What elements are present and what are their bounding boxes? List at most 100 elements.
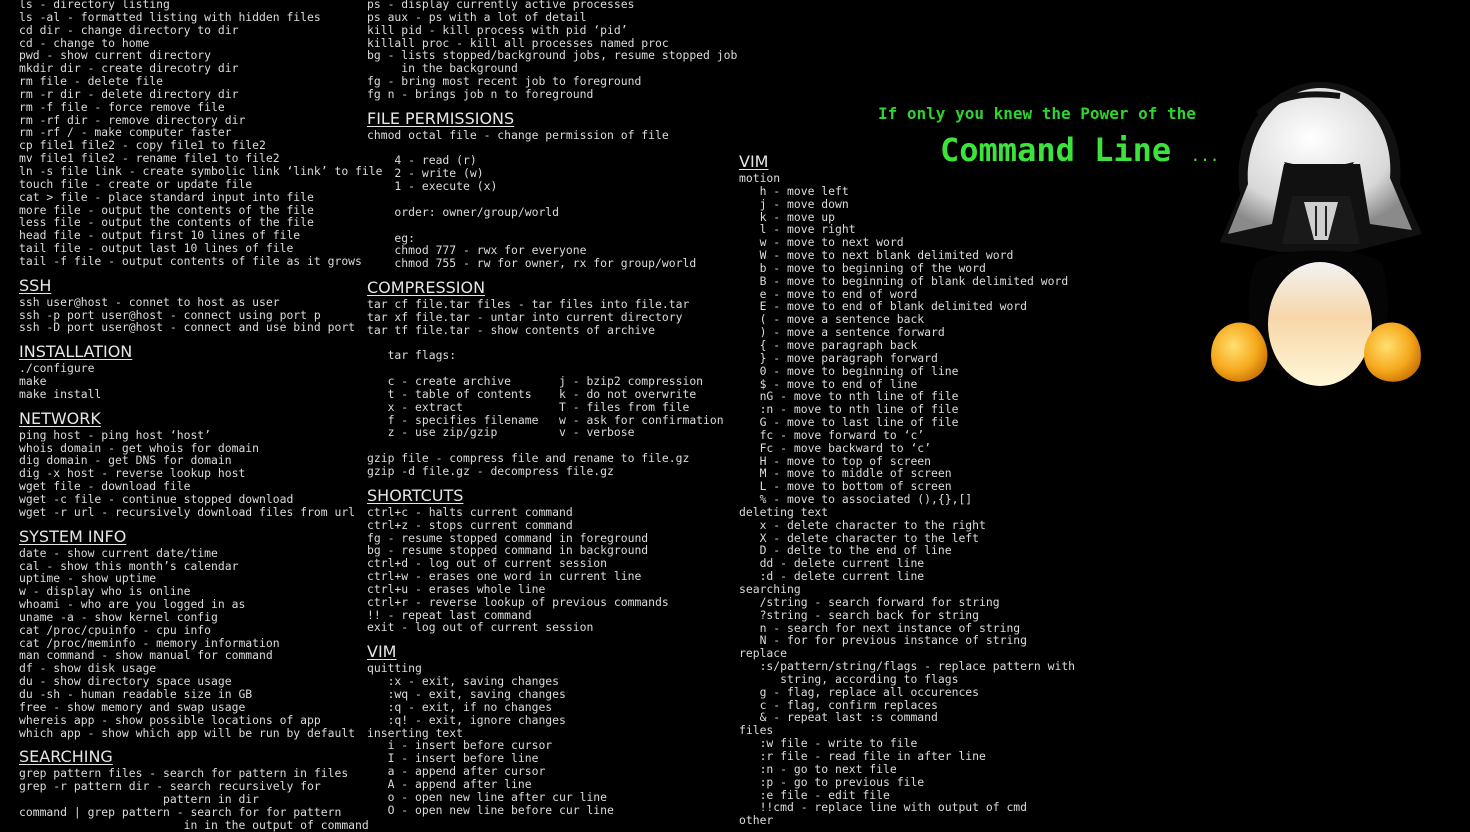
cheatsheet-line: ctrl+u - erases whole line [367, 581, 546, 596]
cheatsheet-line: :n - go to next file [739, 761, 897, 776]
cheatsheet-line: o - open new line after cur line [367, 789, 608, 804]
cheatsheet-line: :r file - read file in after line [739, 748, 986, 763]
cheatsheet-line: x - extract T - files from file [367, 399, 690, 414]
tagline: If only you knew the Power of the [878, 104, 1196, 123]
cheatsheet-line: 1 - execute (x) [367, 179, 498, 194]
cheatsheet-line: pattern in dir [19, 792, 260, 807]
section-heading-system-info: SYSTEM INFO [19, 526, 127, 546]
cheatsheet-line: rm file - delete file [19, 74, 164, 89]
cheatsheet-column-3: VIM motion h - move left j - move down k … [739, 152, 1075, 827]
cheatsheet-line: fg - bring most recent job to foreground [367, 74, 642, 89]
cheatsheet-line: & - repeat last :s command [739, 710, 938, 725]
cheatsheet-line: whereis app - show possible locations of… [19, 712, 321, 727]
cheatsheet-line: A - append after line [367, 776, 532, 791]
cheatsheet-line: 0 - move to beginning of line [739, 363, 959, 378]
section-heading-vim: VIM [739, 152, 769, 171]
cheatsheet-line: c - create archive j - bzip2 compression [367, 374, 704, 389]
cheatsheet-line: make install [19, 386, 102, 401]
cheatsheet-line: du -sh - human readable size in GB [19, 686, 253, 701]
cheatsheet-line: } - move paragraph forward [739, 350, 938, 365]
cheatsheet-line: tail file - output last 10 lines of file [19, 241, 294, 256]
cheatsheet-line: searching [739, 582, 801, 596]
cheatsheet-line: g - flag, replace all occurences [739, 684, 980, 699]
cheatsheet-line: ping host - ping host ‘host’ [19, 427, 212, 442]
cheatsheet-line: chmod octal file - change permission of … [367, 127, 669, 142]
cheatsheet-line: :s/pattern/string/flags - replace patter… [739, 659, 1076, 674]
cheatsheet-line: cat > file - place standard input into f… [19, 189, 314, 204]
section-heading-network: NETWORK [19, 408, 101, 428]
cheatsheet-line: a - append after cursor [367, 764, 546, 779]
cheatsheet-line: tail -f file - output contents of file a… [19, 253, 362, 268]
cheatsheet-line: % - move to associated (),{},[] [739, 492, 973, 507]
cheatsheet-line: G - move to last line of file [739, 415, 959, 430]
cheatsheet-line: date - show current date/time [19, 545, 218, 560]
cheatsheet-line: tar flags: [367, 348, 457, 363]
cheatsheet-line: ssh -D port user@host - connect and use … [19, 320, 356, 335]
cheatsheet-line: order: owner/group/world [367, 204, 560, 219]
cheatsheet-line: ?string - search back for string [739, 607, 980, 622]
section-heading-installation: INSTALLATION [19, 342, 133, 362]
cheatsheet-line: t - table of contents k - do not overwri… [367, 386, 697, 401]
cheatsheet-line: wget -r url - recursively download files… [19, 504, 356, 519]
cheatsheet-line: rm -f file - force remove file [19, 99, 225, 114]
cheatsheet-line: ln -s file link - create symbolic link ‘… [19, 163, 383, 178]
cheatsheet-line: wget -c file - continue stopped download [19, 492, 294, 506]
cheatsheet-line: N - for for previous instance of string [739, 633, 1028, 648]
cheatsheet-line: other [739, 813, 774, 828]
section-heading-shortcuts: SHORTCUTS [367, 485, 464, 505]
cheatsheet-line: ctrl+c - halts current command [367, 504, 573, 519]
cheatsheet-line: tar cf file.tar files - tar files into f… [367, 297, 690, 312]
cheatsheet-line: deleting text [739, 504, 829, 519]
section-heading-vim: VIM [367, 642, 397, 662]
cheatsheet-line: B - move to beginning of blank delimited… [739, 273, 1069, 288]
cheatsheet-line: cat /proc/cpuinfo - cpu info [19, 622, 212, 637]
cheatsheet-line: { - move paragraph back [739, 337, 918, 352]
cheatsheet-line: uname -a - show kernel config [19, 609, 218, 624]
cheatsheet-line: in in the output of command [19, 817, 369, 832]
cheatsheet-line: ps aux - ps with a lot of detail [367, 9, 587, 24]
cheatsheet-line: touch file - create or update file [19, 176, 253, 191]
cheatsheet-line: j - move down [739, 196, 849, 211]
cheatsheet-line: b - move to beginning of the word [739, 260, 986, 275]
cheatsheet-line: ls -al - formatted listing with hidden f… [19, 9, 321, 24]
cheatsheet-line: which app - show which app will be run b… [19, 725, 356, 740]
cheatsheet-line: whoami - who are you logged in as [19, 597, 246, 612]
cheatsheet-line: :wq - exit, saving changes [367, 686, 566, 701]
cheatsheet-line: :q - exit, if no changes [367, 699, 553, 714]
cheatsheet-line: ssh user@host - connet to host as user [19, 294, 280, 309]
cheatsheet-line: kill pid - kill process with pid ‘pid’ [367, 22, 628, 37]
cheatsheet-column-1: ls - directory listing ls -al - formatted… [19, 0, 382, 832]
cheatsheet-line: motion [739, 171, 781, 185]
cheatsheet-line: tar tf file.tar - show contents of archi… [367, 322, 656, 337]
cheatsheet-line: rm -r dir - delete directory dir [19, 86, 239, 101]
cheatsheet-line: ctrl+z - stops current command [367, 517, 573, 532]
cheatsheet-line: :q! - exit, ignore changes [367, 712, 566, 727]
cheatsheet-line: z - use zip/gzip v - verbose [367, 425, 635, 440]
cheatsheet-line: W - move to next blank delimited word [739, 248, 1014, 263]
cheatsheet-line: fc - move forward to ‘c’ [739, 427, 925, 442]
section-heading-searching: SEARCHING [19, 747, 113, 767]
cheatsheet-line: :p - go to previous file [739, 774, 925, 789]
cheatsheet-line: ctrl+r - reverse lookup of previous comm… [367, 594, 669, 609]
cheatsheet-line: x - delete character to the right [739, 517, 986, 532]
cheatsheet-line: make [19, 374, 47, 389]
cheatsheet-line: free - show memory and swap usage [19, 699, 246, 714]
section-heading-file-permissions: FILE PERMISSIONS [367, 108, 515, 128]
cheatsheet-line: O - open new line before cur line [367, 802, 614, 817]
section-heading-ssh: SSH [19, 275, 52, 295]
cheatsheet-line: cd dir - change directory to dir [19, 22, 239, 37]
cheatsheet-line: string, according to flags [739, 671, 959, 686]
cheatsheet-line: command | grep pattern - search for for … [19, 804, 342, 819]
cheatsheet-line: chmod 755 - rw for owner, rx for group/w… [367, 256, 697, 271]
cheatsheet-line: tar xf file.tar - untar into current dir… [367, 309, 683, 324]
cheatsheet-line: gzip -d file.gz - decompress file.gz [367, 464, 614, 478]
cheatsheet-line: fg n - brings job n to foreground [367, 86, 594, 101]
cheatsheet-line: ./configure [19, 361, 95, 376]
cheatsheet-line: Fc - move backward to ‘c’ [739, 440, 932, 455]
darth-vader-tux-icon [1211, 82, 1422, 386]
cheatsheet-line: h - move left [739, 183, 849, 198]
cheatsheet-line: !!cmd - replace line with output of cmd [739, 800, 1028, 815]
cheatsheet-line: ctrl+w - erases one word in current line [367, 569, 642, 584]
